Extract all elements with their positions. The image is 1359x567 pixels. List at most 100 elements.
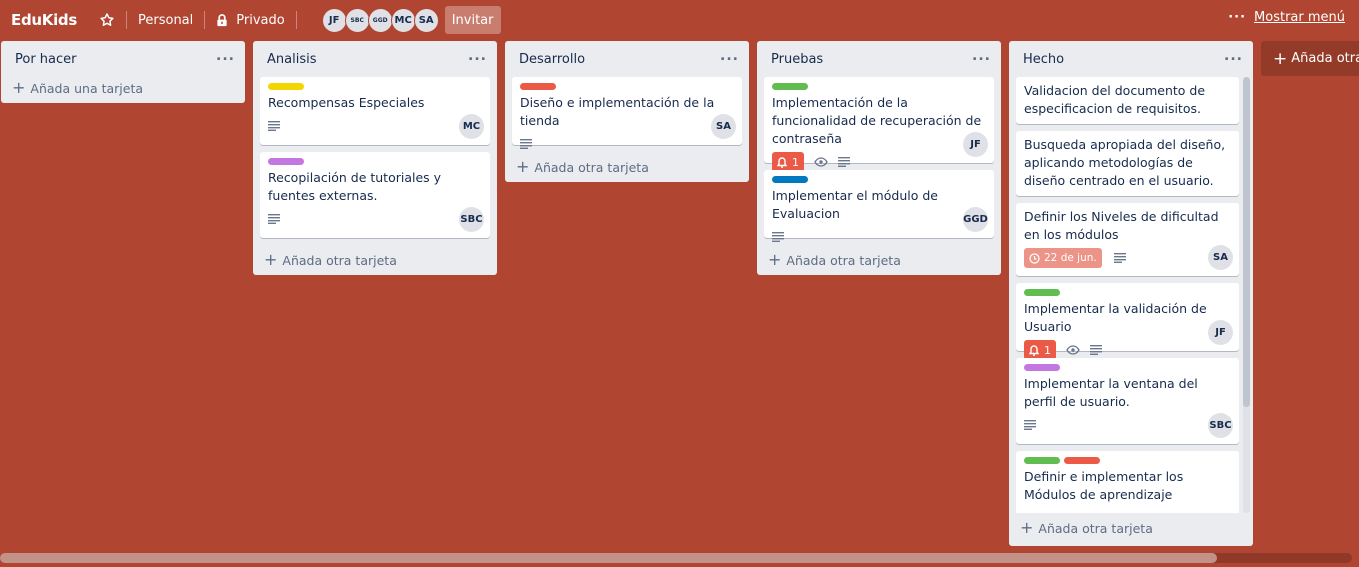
card[interactable]: Implementar la validación de Usuario 1 J… — [1016, 283, 1239, 360]
avatar[interactable]: SBC — [1208, 413, 1233, 438]
list-menu-icon[interactable]: ... — [216, 49, 235, 66]
add-list-button[interactable]: + Añada otra lista — [1261, 41, 1359, 76]
add-card-label: Añada otra tarjeta — [1038, 520, 1153, 536]
notification-badge: 1 — [772, 152, 804, 172]
list-menu-icon[interactable]: ... — [1224, 49, 1243, 66]
invite-button[interactable]: Invitar — [444, 6, 501, 34]
card[interactable]: Implementar el módulo de Evaluacion GGD — [764, 170, 994, 242]
add-card-button[interactable]: + Añada otra tarjeta — [1009, 513, 1253, 543]
member-avatar[interactable]: SA — [413, 7, 439, 33]
scrollbar-thumb[interactable] — [0, 553, 1217, 563]
label-blue[interactable] — [772, 176, 808, 183]
avatar[interactable]: SA — [1208, 245, 1233, 270]
card[interactable]: Busqueda apropiada del diseño, aplicando… — [1016, 131, 1239, 196]
board-title[interactable]: EduKids — [11, 11, 77, 29]
plus-icon: + — [1273, 48, 1288, 69]
label-red[interactable] — [1064, 457, 1100, 464]
member-avatars: JF SBC GGD MC SA — [321, 7, 439, 33]
show-menu-label: Mostrar menú — [1254, 10, 1345, 25]
add-list-label: Añada otra lista — [1291, 51, 1359, 66]
card-title: Implementar la validación de Usuario — [1024, 301, 1207, 334]
clock-icon — [1029, 252, 1040, 264]
card[interactable]: Implementación de la funcionalidad de re… — [764, 77, 994, 172]
due-date-badge[interactable]: 22 de jun. — [1024, 248, 1102, 268]
avatar[interactable]: JF — [1208, 320, 1233, 345]
card-title: Implementar el módulo de Evaluacion — [772, 188, 938, 221]
description-icon — [838, 157, 850, 167]
list-menu-icon[interactable]: ... — [468, 49, 487, 66]
add-card-button[interactable]: + Añada otra tarjeta — [505, 152, 749, 182]
plus-icon: + — [516, 157, 530, 176]
avatar[interactable]: MC — [459, 114, 484, 139]
description-icon — [520, 139, 532, 149]
workspace-label: Personal — [138, 12, 194, 28]
member-avatar[interactable]: GGD — [367, 7, 393, 33]
description-icon — [268, 214, 280, 224]
vertical-scrollbar[interactable] — [1243, 77, 1250, 513]
workspace-button[interactable]: Personal — [138, 6, 193, 34]
bell-icon — [1029, 344, 1039, 356]
card[interactable]: Validacion del documento de especificaci… — [1016, 77, 1239, 124]
card[interactable]: Implementar la ventana del perfil de usu… — [1016, 358, 1239, 444]
card-title: Recopilación de tutoriales y fuentes ext… — [268, 170, 442, 203]
card-title: Implementación de la funcionalidad de re… — [772, 95, 982, 146]
list-menu-icon[interactable]: ... — [972, 49, 991, 66]
avatar[interactable]: JF — [963, 132, 988, 157]
card[interactable]: Definir los Niveles de dificultad en los… — [1016, 203, 1239, 276]
plus-icon: + — [264, 250, 278, 269]
member-avatar[interactable]: JF — [321, 7, 347, 33]
avatar[interactable]: GGD — [963, 207, 988, 232]
list-title[interactable]: Pruebas — [771, 52, 823, 67]
add-card-label: Añada otra tarjeta — [282, 252, 397, 268]
add-card-button[interactable]: + Añada otra tarjeta — [757, 245, 1001, 275]
eye-icon — [1066, 345, 1080, 355]
member-avatar[interactable]: MC — [390, 7, 416, 33]
list-title[interactable]: Hecho — [1023, 52, 1064, 67]
avatar[interactable]: SA — [711, 114, 736, 139]
add-card-label: Añada una tarjeta — [30, 80, 144, 96]
add-card-button[interactable]: + Añada otra tarjeta — [253, 245, 497, 275]
add-card-button[interactable]: + Añada una tarjeta — [1, 73, 245, 103]
list-title[interactable]: Por hacer — [15, 52, 77, 67]
scrollbar-thumb[interactable] — [1243, 77, 1250, 407]
card-title: Validacion del documento de especificaci… — [1024, 83, 1206, 116]
card[interactable]: Recompensas Especiales MC — [260, 77, 490, 145]
show-menu-button[interactable]: ··· Mostrar menú — [1228, 10, 1345, 25]
header-divider — [126, 11, 127, 29]
label-red[interactable] — [520, 83, 556, 90]
card-title: Implementar la ventana del perfil de usu… — [1024, 376, 1198, 409]
star-icon[interactable] — [99, 12, 115, 28]
horizontal-scrollbar[interactable] — [0, 553, 1352, 563]
eye-icon — [814, 157, 828, 167]
list-title[interactable]: Desarrollo — [519, 52, 585, 67]
notification-count: 1 — [1044, 343, 1051, 357]
avatar[interactable]: SBC — [459, 207, 484, 232]
due-date-text: 22 de jun. — [1044, 252, 1097, 264]
label-green[interactable] — [1024, 289, 1060, 296]
visibility-button[interactable]: Privado — [216, 6, 285, 34]
list-menu-icon[interactable]: ... — [720, 49, 739, 66]
list-title[interactable]: Analisis — [267, 52, 316, 67]
list-analisis: Analisis ... Recompensas Especiales MC R… — [253, 41, 497, 275]
label-yellow[interactable] — [268, 83, 304, 90]
card[interactable]: Definir e implementar los Módulos de apr… — [1016, 451, 1239, 513]
member-avatar[interactable]: SBC — [344, 7, 370, 33]
label-purple[interactable] — [1024, 364, 1060, 371]
label-purple[interactable] — [268, 158, 304, 165]
list-cards-scroll[interactable]: Validacion del documento de especificaci… — [1009, 77, 1253, 513]
description-icon — [268, 121, 280, 131]
list-pruebas: Pruebas ... Implementación de la funcion… — [757, 41, 1001, 275]
lock-icon — [217, 13, 227, 26]
label-green[interactable] — [1024, 457, 1060, 464]
header-divider — [295, 11, 297, 29]
notification-badge: 1 — [1024, 340, 1056, 360]
card-title: Definir e implementar los Módulos de apr… — [1024, 469, 1184, 502]
label-green[interactable] — [772, 83, 808, 90]
list-por-hacer: Por hacer ... + Añada una tarjeta — [1, 41, 245, 103]
plus-icon: + — [768, 250, 782, 269]
bell-icon — [777, 156, 787, 168]
card-title: Definir los Niveles de dificultad en los… — [1024, 209, 1219, 242]
more-icon: ··· — [1228, 10, 1247, 25]
card[interactable]: Diseño e implementación de la tienda SA — [512, 77, 742, 149]
card[interactable]: Recopilación de tutoriales y fuentes ext… — [260, 152, 490, 238]
